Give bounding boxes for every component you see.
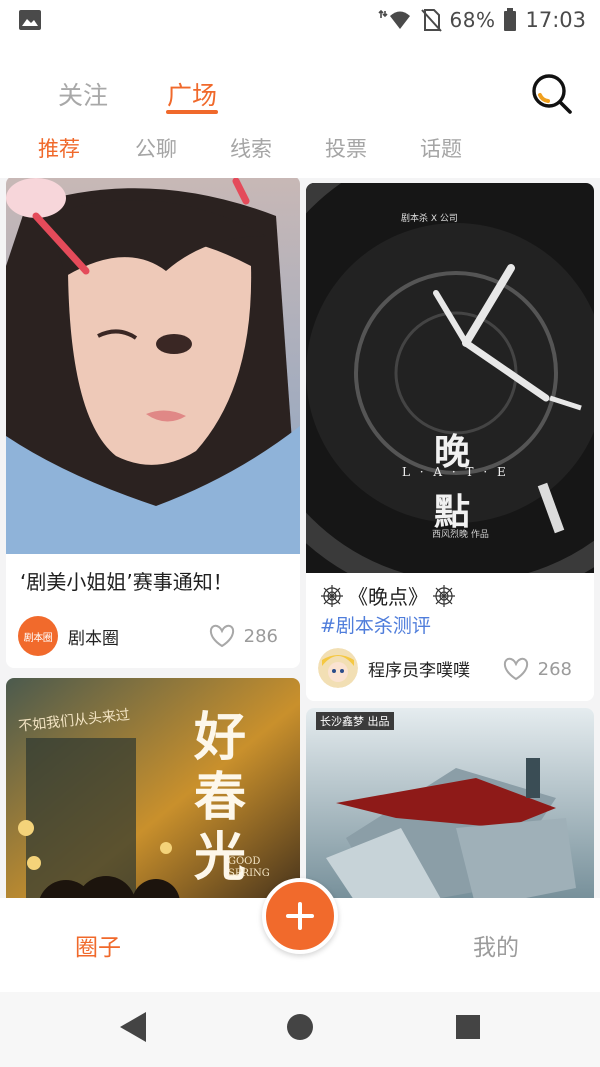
spiderweb-icon bbox=[433, 584, 455, 607]
card-title-row: 《晚点》 bbox=[320, 581, 456, 610]
poster-credit: 西风烈晚 作品 bbox=[432, 530, 489, 540]
active-tab-indicator bbox=[166, 110, 218, 114]
battery-icon bbox=[504, 8, 517, 31]
subtab-recommend[interactable]: 推荐 bbox=[38, 133, 80, 163]
poster-english: GOOD SPRING bbox=[228, 856, 270, 879]
search-icon[interactable] bbox=[528, 70, 574, 116]
card-image: 剧本杀 X 公司 晚 L · A · T · E 點 西风烈晚 作品 bbox=[306, 183, 594, 573]
system-navigation-bar bbox=[0, 992, 600, 1067]
nav-mine[interactable]: 我的 bbox=[473, 928, 519, 962]
no-sim-icon bbox=[420, 9, 442, 32]
clock: 17:03 bbox=[525, 8, 586, 32]
like-count: 286 bbox=[243, 625, 278, 647]
svg-text:剧本杀 X 公司: 剧本杀 X 公司 bbox=[401, 212, 458, 224]
tab-square[interactable]: 广场 bbox=[167, 76, 217, 112]
feed-card-1[interactable]: ‘剧美小姐姐’赛事通知！ 剧本圈 剧本圈 286 bbox=[6, 178, 300, 668]
heart-icon bbox=[209, 624, 234, 648]
author-name: 程序员李噗噗 bbox=[368, 660, 470, 681]
topic-tag[interactable]: #剧本杀测评 bbox=[320, 611, 431, 638]
status-bar: 68% 17:03 bbox=[0, 0, 600, 40]
heart-icon bbox=[503, 657, 528, 681]
subtab-public-chat[interactable]: 公聊 bbox=[135, 133, 177, 163]
card-title: ‘剧美小姐姐’赛事通知！ bbox=[20, 570, 233, 594]
back-icon[interactable] bbox=[118, 1010, 148, 1044]
status-right-cluster: 68% 17:03 bbox=[377, 6, 586, 34]
avatar-text: 剧本圈 bbox=[23, 632, 53, 644]
card-image bbox=[6, 178, 300, 554]
like-button[interactable]: 286 bbox=[208, 624, 278, 648]
author-name: 剧本圈 bbox=[68, 628, 119, 649]
subtab-topics[interactable]: 话题 bbox=[420, 133, 462, 163]
wifi-icon bbox=[377, 9, 410, 29]
nav-circle[interactable]: 圈子 bbox=[75, 928, 121, 962]
subtab-clues[interactable]: 线索 bbox=[230, 133, 272, 163]
gallery-icon bbox=[19, 10, 41, 30]
avatar: 剧本圈 bbox=[18, 616, 58, 656]
card-image: 不如我们从头来过 好春光 GOOD SPRING bbox=[6, 678, 300, 898]
feed-card-3[interactable]: 不如我们从头来过 好春光 GOOD SPRING bbox=[6, 678, 300, 898]
poster-corner-text: 长沙鑫梦 出品 bbox=[316, 712, 394, 730]
feed-card-2[interactable]: 剧本杀 X 公司 晚 L · A · T · E 點 西风烈晚 作品 《晚点》 bbox=[306, 183, 594, 701]
tab-follow[interactable]: 关注 bbox=[58, 76, 108, 112]
recents-icon[interactable] bbox=[454, 1013, 482, 1041]
add-post-button[interactable] bbox=[262, 878, 338, 954]
like-button[interactable]: 268 bbox=[502, 657, 572, 681]
feed-card-4[interactable]: 长沙鑫梦 出品 bbox=[306, 708, 594, 898]
battery-percent: 68% bbox=[449, 8, 496, 32]
feed: ‘剧美小姐姐’赛事通知！ 剧本圈 剧本圈 286 剧本杀 X 公司 晚 L · … bbox=[0, 178, 600, 898]
card-image: 长沙鑫梦 出品 bbox=[306, 708, 594, 898]
subtab-vote[interactable]: 投票 bbox=[325, 133, 367, 163]
card-author[interactable]: 剧本圈 剧本圈 bbox=[18, 616, 119, 656]
home-icon[interactable] bbox=[285, 1012, 315, 1042]
card-title: 《晚点》 bbox=[348, 585, 428, 609]
avatar bbox=[318, 648, 358, 688]
like-count: 268 bbox=[537, 658, 572, 680]
poster-subtitle: L · A · T · E bbox=[402, 465, 509, 479]
card-author[interactable]: 程序员李噗噗 bbox=[318, 648, 470, 688]
spiderweb-icon bbox=[321, 584, 343, 607]
header: 关注 广场 推荐 公聊 线索 投票 话题 bbox=[0, 40, 600, 178]
